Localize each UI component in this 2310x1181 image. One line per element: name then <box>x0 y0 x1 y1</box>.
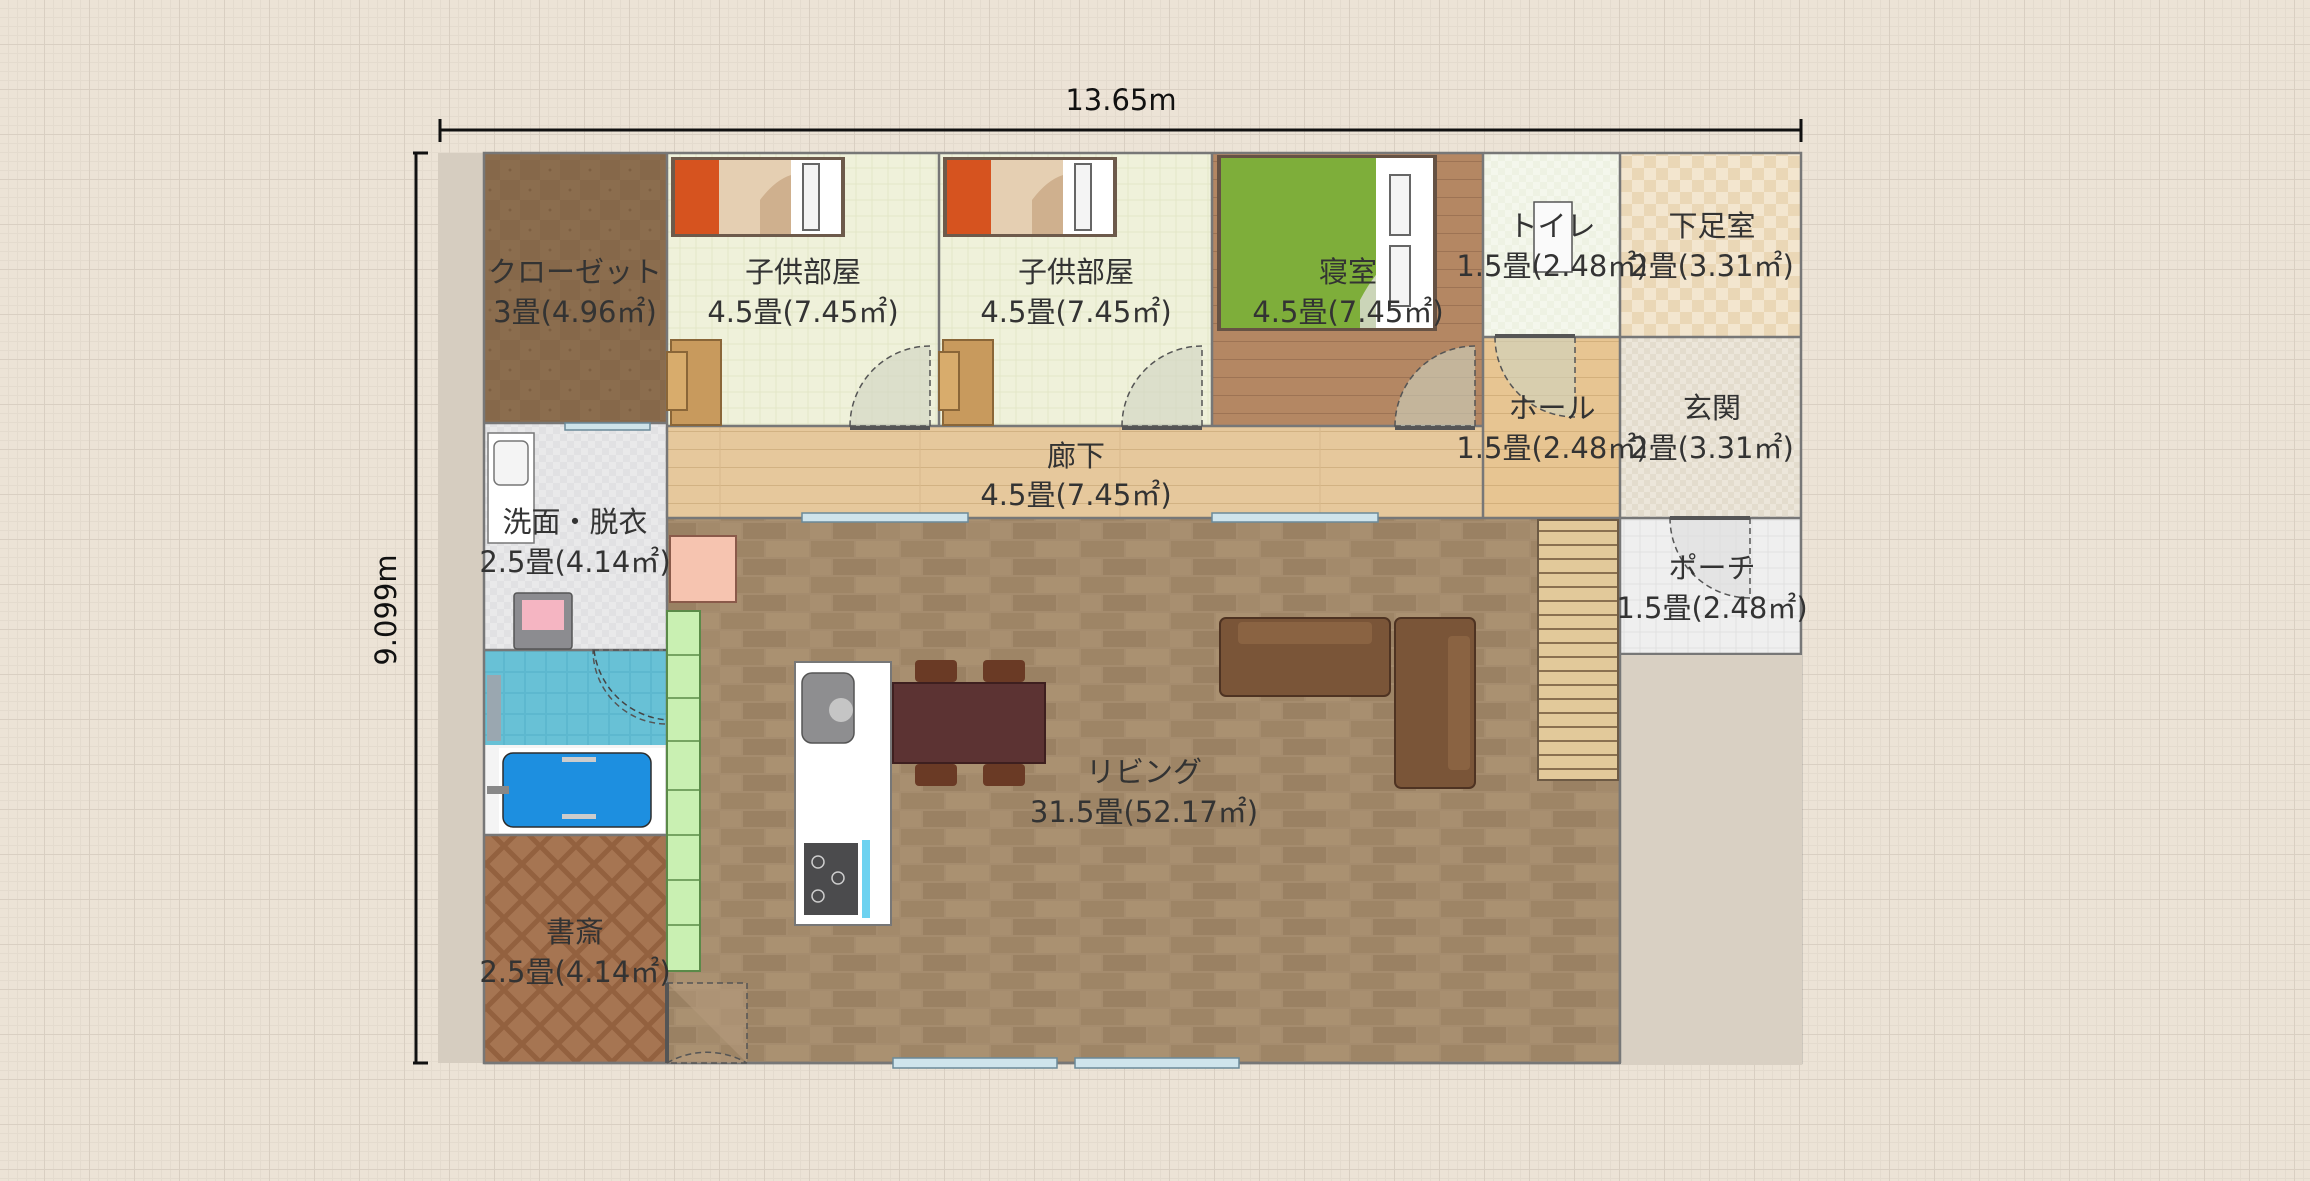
toilet-area: 1.5畳(2.48㎡) <box>1456 249 1647 283</box>
staircase <box>1537 519 1619 781</box>
bed-kids-2 <box>943 157 1117 237</box>
porch-name: ポーチ <box>1668 551 1755 585</box>
shoe-room-area: 2畳(3.31㎡) <box>1630 249 1794 283</box>
kids-room-1-area: 4.5畳(7.45㎡) <box>707 295 898 329</box>
kids-room-1-name: 子供部屋 <box>745 255 861 289</box>
shoe-room-floor <box>1620 153 1801 337</box>
height-dimension-label: 9.099m <box>369 554 403 665</box>
west-eave <box>438 153 484 1063</box>
corridor-area: 4.5畳(7.45㎡) <box>980 478 1171 512</box>
entrance-name: 玄関 <box>1683 391 1741 425</box>
bed-kids-1 <box>671 157 845 237</box>
corridor-door-1 <box>801 512 969 523</box>
study-name: 書斎 <box>546 915 604 949</box>
living-name: リビング <box>1086 755 1202 789</box>
desk-kids-1 <box>666 339 722 426</box>
hall-area: 1.5畳(2.48㎡) <box>1456 431 1647 465</box>
width-dimension: 13.65m <box>438 83 1803 142</box>
corridor-name: 廊下 <box>1047 439 1105 473</box>
toilet-name: トイレ <box>1508 209 1595 243</box>
shoe-room-name: 下足室 <box>1668 209 1755 243</box>
entrance-floor <box>1620 337 1801 518</box>
kids-room-2-area: 4.5畳(7.45㎡) <box>980 295 1171 329</box>
washing-machine <box>513 592 573 650</box>
bath-tile-floor <box>484 650 667 745</box>
floor-plan: 13.65m 9.099m クローゼット 3畳(4.96㎡) 子供部屋 4.5畳… <box>369 83 1808 1069</box>
desk-kids-2 <box>938 339 994 426</box>
living-area: 31.5畳(52.17㎡) <box>1030 795 1258 829</box>
study-floor <box>484 835 667 1063</box>
height-dimension: 9.099m <box>369 151 428 1065</box>
corridor-door-2 <box>1211 512 1379 523</box>
closet-door <box>564 422 651 431</box>
study-area: 2.5畳(4.14㎡) <box>479 955 670 989</box>
porch-area: 1.5畳(2.48㎡) <box>1616 591 1807 625</box>
south-window-2 <box>1074 1057 1240 1069</box>
south-window-1 <box>892 1057 1058 1069</box>
yard-area <box>1621 655 1802 1065</box>
closet-name: クローゼット <box>488 255 662 289</box>
washroom-area: 2.5畳(4.14㎡) <box>479 545 670 579</box>
closet-area: 3畳(4.96㎡) <box>493 295 657 329</box>
cabinet <box>669 535 737 603</box>
kitchen-island <box>794 661 892 926</box>
entrance-area: 2畳(3.31㎡) <box>1630 431 1794 465</box>
hall-name: ホール <box>1508 391 1595 425</box>
kitchen-counter <box>666 610 701 972</box>
kids-room-2-name: 子供部屋 <box>1018 255 1134 289</box>
width-dimension-label: 13.65m <box>1065 83 1176 117</box>
washroom-name: 洗面・脱衣 <box>502 505 647 539</box>
floor-plan-canvas: 13.65m 9.099m クローゼット 3畳(4.96㎡) 子供部屋 4.5畳… <box>0 0 2310 1181</box>
bedroom-area: 4.5畳(7.45㎡) <box>1252 295 1443 329</box>
bedroom-name: 寝室 <box>1319 255 1377 289</box>
